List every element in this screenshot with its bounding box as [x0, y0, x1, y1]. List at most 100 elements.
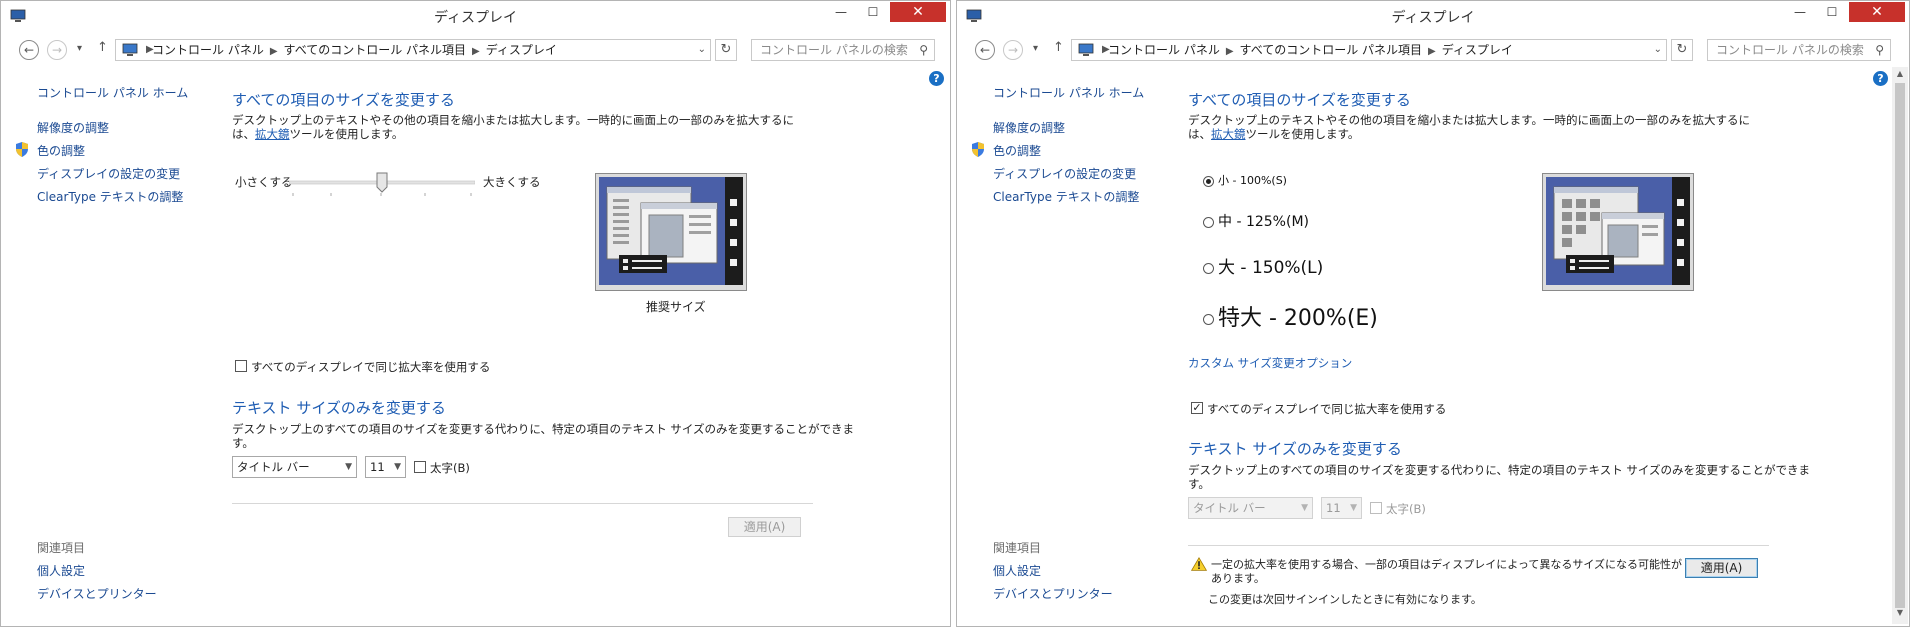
display-preview-image: [1542, 173, 1694, 291]
radio-button[interactable]: [1203, 216, 1214, 228]
related-heading: 関連項目: [37, 541, 86, 555]
resize-description-text-end: ツールを使用します。: [289, 127, 404, 141]
search-input[interactable]: コントロール パネルの検索 ⚲: [1707, 39, 1891, 61]
bold-checkbox[interactable]: [1370, 502, 1382, 514]
radio-button[interactable]: [1203, 313, 1214, 325]
breadcrumb-item[interactable]: コントロール パネル: [1108, 43, 1220, 57]
title-bar[interactable]: ディスプレイ — ☐ ✕: [1, 1, 950, 31]
search-placeholder: コントロール パネルの検索: [760, 43, 908, 57]
custom-sizing-link[interactable]: カスタム サイズ変更オプション: [1188, 355, 1352, 371]
scale-option-large[interactable]: 大 - 150%(L): [1203, 253, 1323, 278]
bold-checkbox[interactable]: [414, 461, 426, 473]
sidebar-home-link[interactable]: コントロール パネル ホーム: [37, 84, 188, 101]
sidebar-item-resolution[interactable]: 解像度の調整: [993, 119, 1065, 136]
size-slider[interactable]: [289, 171, 475, 199]
radio-button[interactable]: [1203, 262, 1214, 274]
minimize-button[interactable]: —: [1785, 2, 1815, 22]
help-icon[interactable]: ?: [929, 71, 944, 86]
scale-option-small[interactable]: 小 - 100%(S): [1203, 172, 1287, 188]
scale-option-label: 中 - 125%(M): [1218, 214, 1309, 230]
vertical-scrollbar[interactable]: ▲ ▼: [1892, 67, 1908, 624]
text-element-select[interactable]: タイトル バー ▼: [1188, 497, 1313, 519]
display-preview-image: [595, 173, 747, 291]
search-input[interactable]: コントロール パネルの検索 ⚲: [751, 39, 935, 61]
search-icon[interactable]: ⚲: [1875, 40, 1884, 60]
sidebar-item-cleartype[interactable]: ClearType テキストの調整: [37, 188, 183, 205]
chevron-down-icon: ▼: [1301, 503, 1308, 513]
breadcrumb-chevron-icon: ▶: [472, 46, 480, 57]
breadcrumb-chevron-icon: ▶: [1428, 46, 1436, 57]
slider-thumb[interactable]: [376, 172, 388, 193]
address-dropdown-icon[interactable]: ⌄: [1654, 40, 1662, 60]
window-title: ディスプレイ: [433, 10, 518, 26]
title-bar[interactable]: ディスプレイ — ☐ ✕: [957, 1, 1909, 31]
forward-button[interactable]: →: [1003, 40, 1023, 60]
related-item-personalize[interactable]: 個人設定: [37, 562, 85, 579]
font-size-select[interactable]: 11 ▼: [365, 456, 406, 478]
same-scale-checkbox[interactable]: [235, 360, 247, 372]
back-button[interactable]: ←: [19, 40, 39, 60]
address-dropdown-icon[interactable]: ⌄: [698, 40, 706, 60]
help-icon[interactable]: ?: [1873, 71, 1888, 86]
related-item-personalize[interactable]: 個人設定: [993, 562, 1041, 579]
navigation-bar: ← → ▾ ↑ ▶ コントロール パネル ▶ すべてのコントロール パネル項目 ▶ ディ…: [957, 35, 1909, 65]
sidebar-item-display-settings[interactable]: ディスプレイの設定の変更: [37, 165, 180, 182]
related-item-devices-printers[interactable]: デバイスとプリンター: [37, 585, 157, 602]
apply-button[interactable]: 適用(A): [1685, 558, 1758, 578]
sidebar-home-link[interactable]: コントロール パネル ホーム: [993, 84, 1144, 101]
sidebar-item-resolution[interactable]: 解像度の調整: [37, 119, 109, 136]
font-size-value: 11: [370, 460, 385, 474]
breadcrumb-item[interactable]: すべてのコントロール パネル項目: [1240, 43, 1423, 57]
breadcrumb-item[interactable]: ディスプレイ: [486, 43, 557, 57]
breadcrumb-chevron-icon: ▶: [1225, 46, 1234, 57]
sidebar-item-display-settings[interactable]: ディスプレイの設定の変更: [993, 165, 1136, 182]
text-element-value: タイトル バー: [1193, 501, 1266, 515]
scale-option-medium[interactable]: 中 - 125%(M): [1203, 211, 1309, 231]
bold-label: 太字(B): [430, 461, 470, 475]
slider-max-label: 大きくする: [483, 175, 541, 189]
slider-min-label: 小さくする: [235, 175, 293, 189]
magnifier-link[interactable]: 拡大鏡: [255, 127, 290, 141]
scroll-up-arrow-icon[interactable]: ▲: [1892, 69, 1908, 83]
up-arrow-icon[interactable]: ↑: [1053, 40, 1064, 55]
shield-icon: [16, 142, 28, 157]
address-bar[interactable]: ▶ コントロール パネル ▶ すべてのコントロール パネル項目 ▶ ディスプレイ ⌄: [1071, 39, 1667, 61]
divider: [232, 503, 813, 504]
font-size-select[interactable]: 11 ▼: [1321, 497, 1362, 519]
refresh-button[interactable]: ↻: [1671, 39, 1693, 61]
refresh-button[interactable]: ↻: [715, 39, 737, 61]
same-scale-checkbox[interactable]: ✓: [1191, 402, 1203, 414]
breadcrumb: コントロール パネル ▶ すべてのコントロール パネル項目 ▶ ディスプレイ: [152, 40, 557, 62]
sidebar-item-cleartype[interactable]: ClearType テキストの調整: [993, 188, 1139, 205]
sign-in-note: この変更は次回サインインしたときに有効になります。: [1208, 593, 1482, 606]
resize-heading: すべての項目のサイズを変更する: [232, 91, 455, 109]
text-size-heading: テキスト サイズのみを変更する: [1188, 440, 1402, 458]
sidebar-item-color[interactable]: 色の調整: [37, 142, 85, 159]
up-arrow-icon[interactable]: ↑: [97, 40, 108, 55]
scroll-down-arrow-icon[interactable]: ▼: [1892, 608, 1908, 622]
radio-button[interactable]: [1203, 175, 1214, 187]
breadcrumb-item[interactable]: コントロール パネル: [152, 43, 264, 57]
breadcrumb-item[interactable]: すべてのコントロール パネル項目: [284, 43, 467, 57]
recent-pages-dropdown-icon[interactable]: ▾: [77, 43, 82, 54]
close-button[interactable]: ✕: [1849, 2, 1905, 22]
recent-pages-dropdown-icon[interactable]: ▾: [1033, 43, 1038, 54]
sidebar-item-color[interactable]: 色の調整: [993, 142, 1041, 159]
related-item-devices-printers[interactable]: デバイスとプリンター: [993, 585, 1113, 602]
minimize-button[interactable]: —: [826, 2, 856, 22]
scale-option-extra-large[interactable]: 特大 - 200%(E): [1203, 300, 1378, 332]
address-bar[interactable]: ▶ コントロール パネル ▶ すべてのコントロール パネル項目 ▶ ディスプレイ ⌄: [115, 39, 711, 61]
shield-icon: [972, 142, 984, 157]
text-element-value: タイトル バー: [237, 460, 310, 474]
back-button[interactable]: ←: [975, 40, 995, 60]
maximize-button[interactable]: ☐: [1817, 2, 1847, 22]
magnifier-link[interactable]: 拡大鏡: [1211, 127, 1246, 141]
close-button[interactable]: ✕: [890, 2, 946, 22]
maximize-button[interactable]: ☐: [858, 2, 888, 22]
forward-button[interactable]: →: [47, 40, 67, 60]
text-element-select[interactable]: タイトル バー ▼: [232, 456, 357, 478]
apply-button[interactable]: 適用(A): [728, 517, 801, 537]
scrollbar-thumb[interactable]: [1895, 83, 1905, 608]
breadcrumb-item[interactable]: ディスプレイ: [1442, 43, 1513, 57]
search-icon[interactable]: ⚲: [919, 40, 928, 60]
